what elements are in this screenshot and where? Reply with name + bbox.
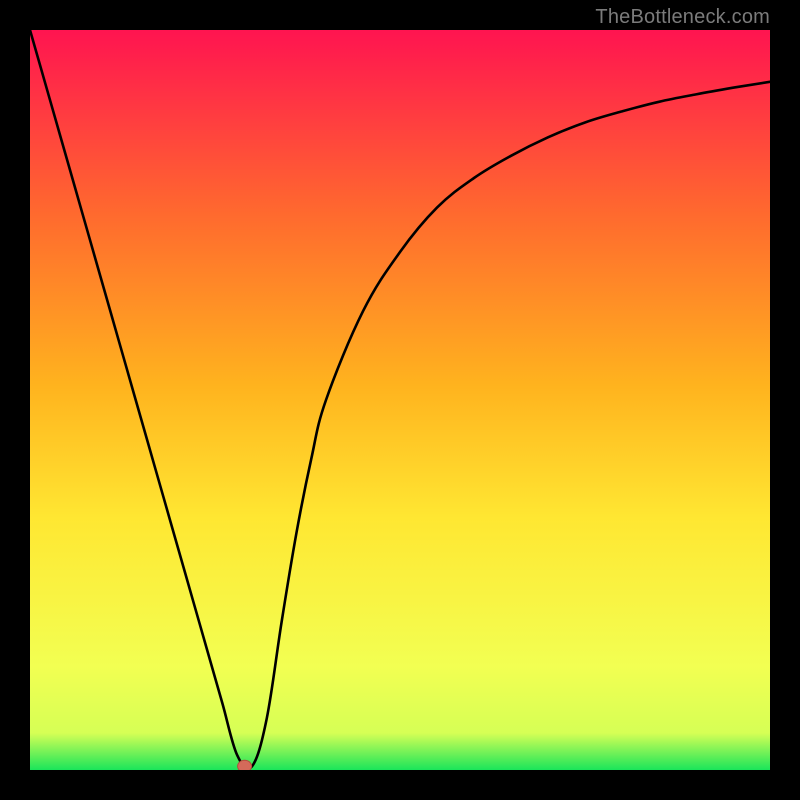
plot-area: [30, 30, 770, 770]
chart-frame: TheBottleneck.com: [0, 0, 800, 800]
chart-svg: [30, 30, 770, 770]
min-marker: [238, 760, 252, 770]
gradient-bg: [30, 30, 770, 770]
watermark-text: TheBottleneck.com: [595, 6, 770, 29]
